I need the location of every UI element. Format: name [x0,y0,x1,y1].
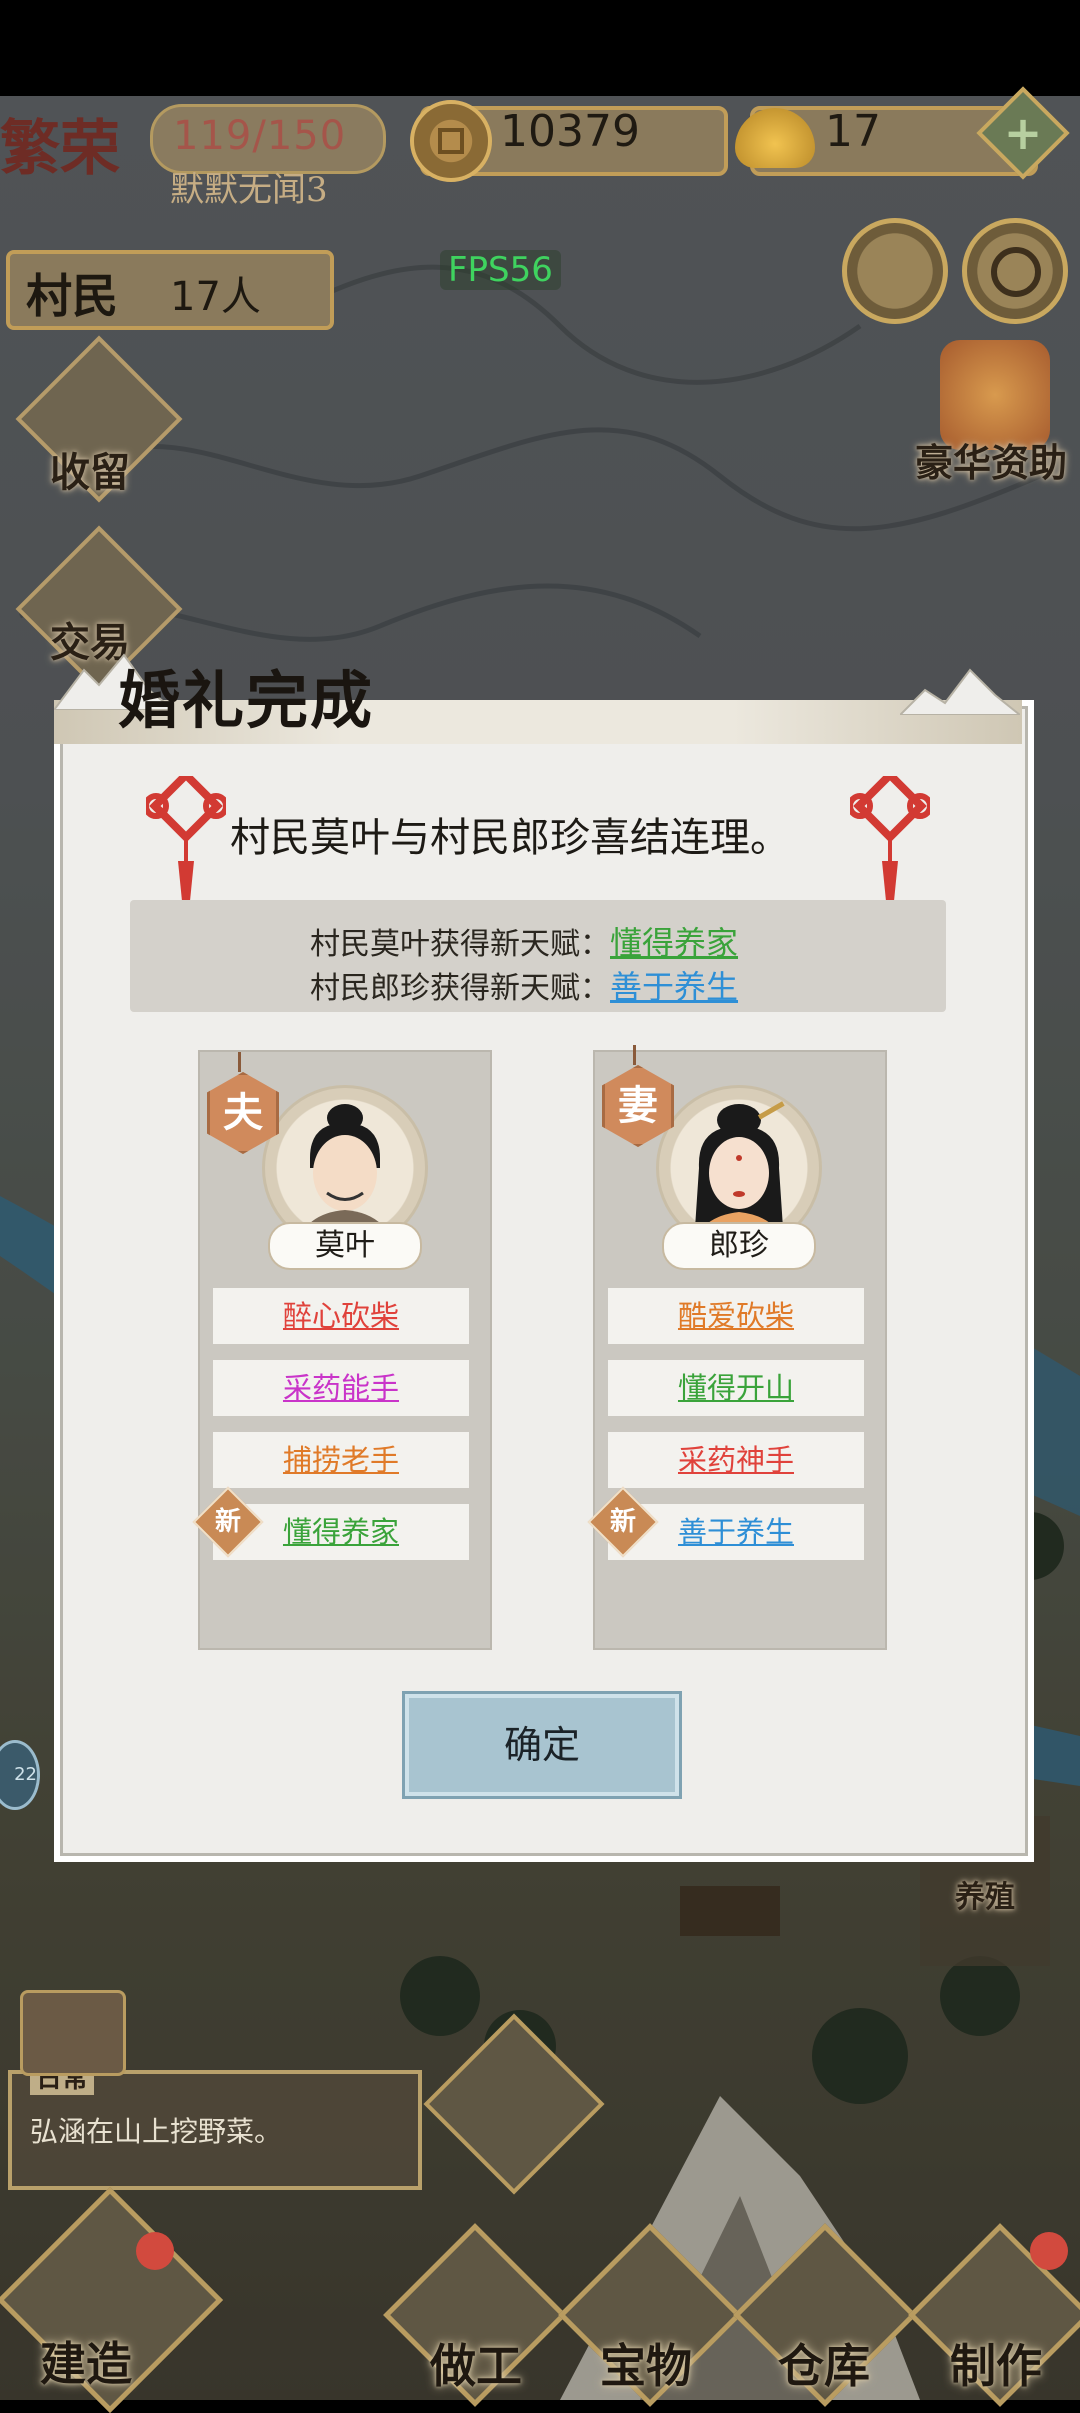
daily-building-icon[interactable] [20,1990,126,2076]
treasure-label[interactable]: 宝物 [600,2330,692,2396]
new-tag-label: 新 [214,1507,241,1537]
villager-count-panel[interactable]: 村民 17人 [6,250,334,330]
wife-trait-3[interactable]: 采药神手 [608,1432,864,1488]
husband-trait-2[interactable]: 采药能手 [213,1360,469,1416]
wife-trait-2[interactable]: 懂得开山 [608,1360,864,1416]
sponsor-label[interactable]: 豪华资助 [915,432,1067,487]
new-tag-label: 新 [609,1507,636,1537]
daily-log-text: 弘涵在山上挖野菜。 [30,2115,283,2148]
gear-icon [991,247,1041,297]
talent-line-label: 村民郎珍获得新天赋： [310,971,610,1006]
work-label[interactable]: 做工 [430,2330,522,2396]
husband-trait-1[interactable]: 醉心砍柴 [213,1288,469,1344]
wife-name: 郎珍 [662,1222,816,1270]
craft-notification-dot [1030,2232,1068,2270]
villagers-label: 村民 [26,269,118,323]
status-bar [0,0,1080,96]
husband-trait-3[interactable]: 捕捞老手 [213,1432,469,1488]
talent-line-husband: 村民莫叶获得新天赋：懂得养家 [310,918,738,964]
talent-link-wife[interactable]: 善于养生 [610,968,738,1006]
talent-line-label: 村民莫叶获得新天赋： [310,927,610,962]
plus-icon: + [1003,106,1043,160]
talent-line-wife: 村民郎珍获得新天赋：善于养生 [310,962,738,1008]
wedding-headline: 村民莫叶与村民郎珍喜结连理。 [230,815,790,861]
badge-string [633,1045,636,1065]
confirm-button[interactable]: 确定 [405,1694,679,1796]
gold-value: 17 [825,106,881,157]
talent-link-husband[interactable]: 懂得养家 [610,924,738,962]
chinese-knot-icon-right [850,776,930,901]
craft-label[interactable]: 制作 [950,2330,1042,2396]
coin-value: 10379 [500,106,640,157]
scroll-book-button[interactable] [842,218,948,324]
mountain-ornament-right [900,668,1020,715]
breeding-label[interactable]: 养殖 [955,1872,1015,1916]
badge-string [238,1052,241,1072]
dialog-title: 婚礼完成 [118,664,375,737]
husband-name: 莫叶 [268,1222,422,1270]
wife-trait-1[interactable]: 酷爱砍柴 [608,1288,864,1344]
villagers-count: 17人 [170,274,261,320]
build-label[interactable]: 建造 [40,2328,132,2394]
prosperity-label: 繁荣 [0,114,120,184]
population-value: 119/150 [173,113,347,159]
warehouse-label[interactable]: 仓库 [778,2330,870,2396]
fps-counter: FPS56 [440,250,561,290]
shelter-label[interactable]: 收留 [50,440,130,498]
build-notification-dot [136,2232,174,2270]
chinese-knot-icon-left [146,776,226,901]
player-name: 默默无闻3 [170,170,328,210]
settings-gear-button[interactable] [962,218,1068,324]
copper-coin-icon [410,100,492,182]
